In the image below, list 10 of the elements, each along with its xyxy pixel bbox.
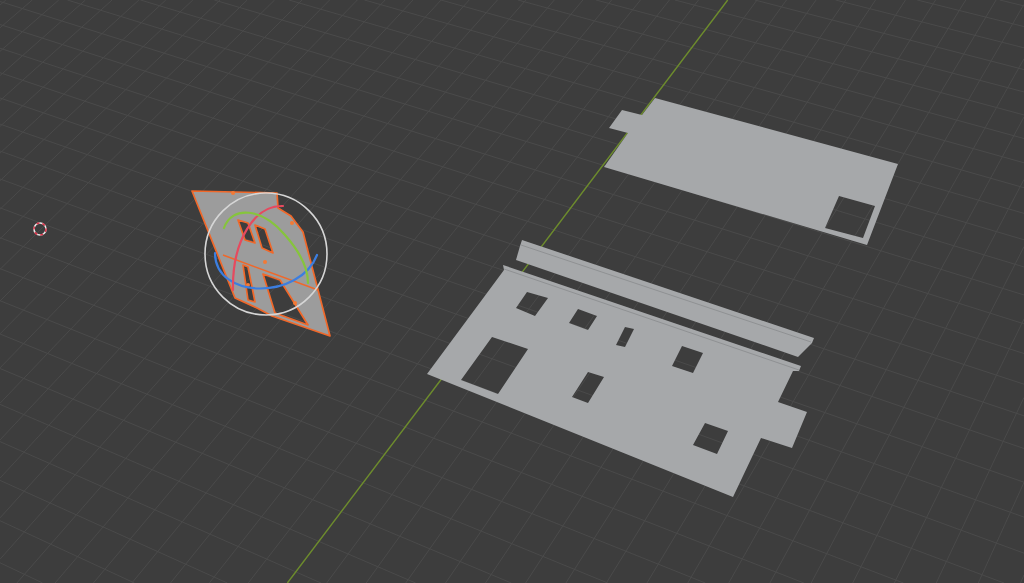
rotation-arc[interactable] [213,251,319,290]
rotation-arc[interactable] [231,204,285,292]
origin-dot-icon [290,221,294,225]
origin-dot-icon [231,191,235,195]
trackball-ring[interactable] [204,192,328,316]
origin-dot-icon [263,260,267,264]
origin-dot-icon [293,301,297,305]
origin-dot-icon [246,283,250,287]
cursor-3d-icon [33,222,47,236]
rotation-arc[interactable] [222,211,310,285]
